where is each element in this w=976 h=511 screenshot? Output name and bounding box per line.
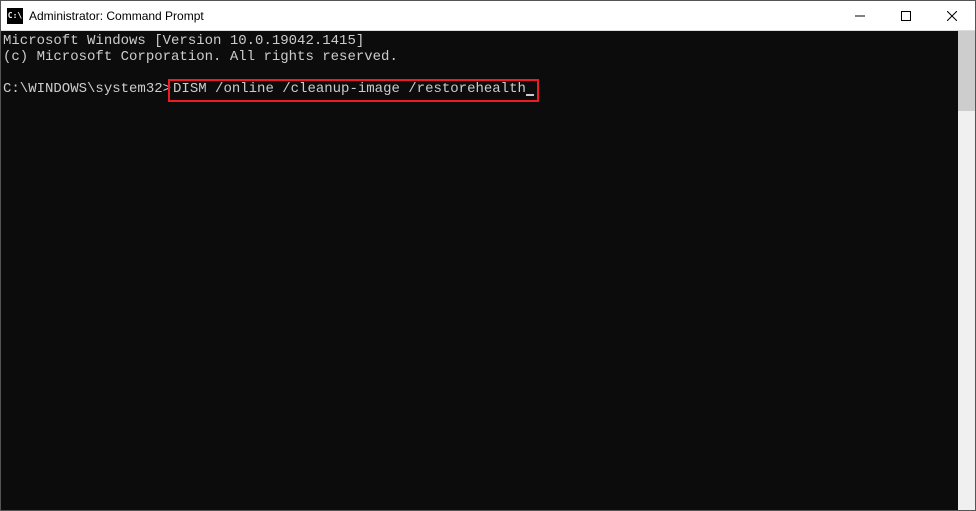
close-icon (947, 11, 957, 21)
minimize-button[interactable] (837, 1, 883, 30)
titlebar[interactable]: C:\ Administrator: Command Prompt (1, 1, 975, 31)
vertical-scrollbar[interactable] (958, 31, 975, 510)
command-prompt-window: C:\ Administrator: Command Prompt (0, 0, 976, 511)
minimize-icon (855, 11, 865, 21)
terminal-output[interactable]: Microsoft Windows [Version 10.0.19042.14… (1, 31, 958, 510)
cmd-icon-text: C:\ (8, 11, 22, 20)
window-title: Administrator: Command Prompt (29, 9, 204, 23)
maximize-icon (901, 11, 911, 21)
window-controls (837, 1, 975, 30)
scrollbar-thumb[interactable] (958, 31, 975, 111)
version-line: Microsoft Windows [Version 10.0.19042.14… (3, 33, 364, 49)
close-button[interactable] (929, 1, 975, 30)
typed-command: DISM /online /cleanup-image /restoreheal… (173, 81, 526, 97)
copyright-line: (c) Microsoft Corporation. All rights re… (3, 49, 398, 65)
maximize-button[interactable] (883, 1, 929, 30)
text-cursor (526, 94, 534, 96)
command-highlight: DISM /online /cleanup-image /restoreheal… (168, 79, 539, 102)
cmd-icon: C:\ (7, 8, 23, 24)
prompt-path: C:\WINDOWS\system32> (3, 81, 171, 97)
terminal-area: Microsoft Windows [Version 10.0.19042.14… (1, 31, 975, 510)
